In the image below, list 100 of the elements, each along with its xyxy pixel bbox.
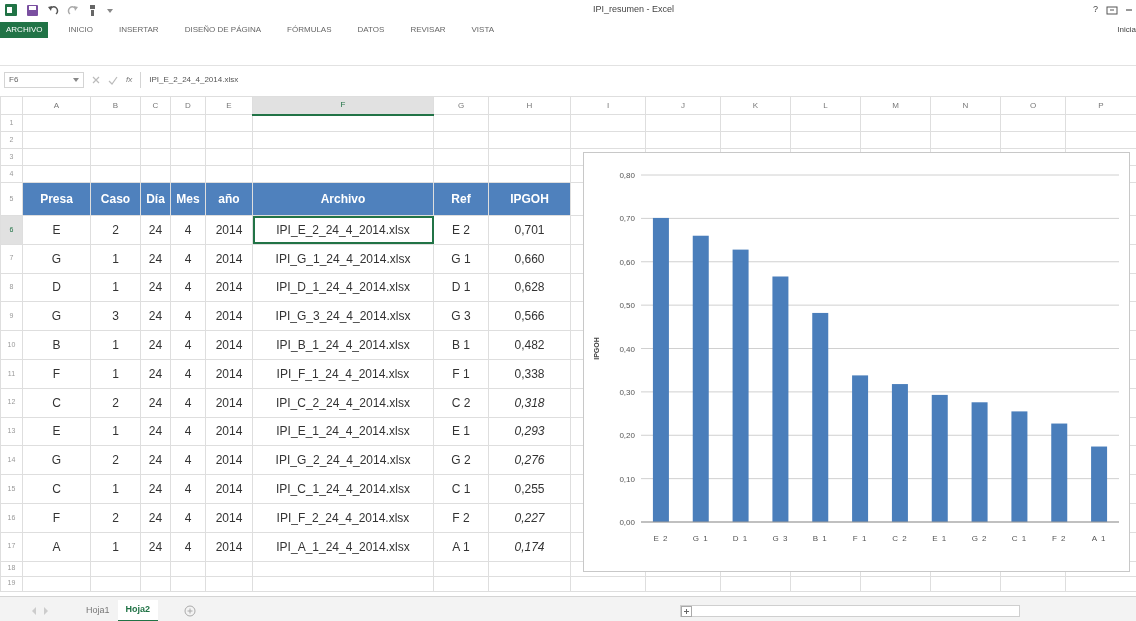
ribbon-tab[interactable]: INSERTAR: [112, 22, 165, 38]
column-header[interactable]: L: [790, 96, 861, 115]
column-header[interactable]: B: [90, 96, 141, 115]
table-cell: 2: [90, 503, 141, 533]
sign-in-link[interactable]: Inicia: [1117, 24, 1136, 36]
table-cell: C: [22, 388, 91, 418]
table-cell: 4: [170, 474, 206, 504]
column-header[interactable]: O: [1000, 96, 1066, 115]
table-cell: E: [22, 417, 91, 446]
ribbon-tab[interactable]: REVISAR: [404, 22, 452, 38]
table-cell: 1: [90, 359, 141, 389]
table-cell: 0,293: [488, 417, 571, 446]
column-header[interactable]: H: [488, 96, 571, 115]
dropdown-caret-icon[interactable]: [73, 77, 79, 83]
table-cell: B: [22, 330, 91, 360]
table-cell: 0,660: [488, 244, 571, 274]
column-header[interactable]: C: [140, 96, 171, 115]
table-cell: G 1: [433, 244, 489, 274]
table-cell: 2014: [205, 301, 253, 331]
table-cell: 0,566: [488, 301, 571, 331]
window-title: IPI_resumen - Excel: [591, 3, 675, 17]
save-icon[interactable]: [26, 3, 39, 17]
sheet-tab[interactable]: Hoja2: [117, 600, 159, 621]
table-cell: F: [22, 359, 91, 389]
table-cell: E 2: [433, 215, 489, 245]
table-cell: 1: [90, 532, 141, 562]
table-cell: 2014: [205, 532, 253, 562]
table-cell: 24: [140, 417, 171, 446]
axis-label: 0,50: [619, 301, 635, 311]
column-header[interactable]: P: [1065, 96, 1136, 115]
name-box[interactable]: F6: [4, 72, 84, 88]
table-header-cell: Caso: [90, 182, 141, 216]
undo-icon[interactable]: [47, 4, 59, 16]
touch-mode-icon[interactable]: [87, 3, 98, 17]
table-cell: 4: [170, 244, 206, 274]
customize-caret-icon[interactable]: [106, 6, 114, 14]
axis-label: 0,40: [619, 344, 635, 354]
table-cell: IPI_C_2_24_4_2014.xlsx: [252, 388, 434, 418]
table-cell: 24: [140, 273, 171, 302]
column-header[interactable]: K: [720, 96, 791, 115]
table-cell: 24: [140, 474, 171, 504]
table-cell: 2014: [205, 417, 253, 446]
table-cell: 2014: [205, 474, 253, 504]
table-cell: 2014: [205, 503, 253, 533]
insert-function-button[interactable]: fx: [126, 74, 133, 86]
ribbon-tab[interactable]: INICIO: [62, 22, 99, 38]
ribbon-tab[interactable]: VISTA: [465, 22, 501, 38]
column-header[interactable]: D: [170, 96, 206, 115]
ribbon-display-icon[interactable]: [1106, 4, 1118, 16]
formula-field[interactable]: IPI_E_2_24_4_2014.xlsx: [140, 72, 1132, 88]
table-cell: C 1: [433, 474, 489, 504]
table-cell: C: [22, 474, 91, 504]
sheet-tab[interactable]: Hoja1: [78, 600, 118, 621]
ribbon-tab[interactable]: DISEÑO DE PÁGINA: [178, 22, 268, 38]
table-cell: 24: [140, 503, 171, 533]
table-cell: IPI_G_2_24_4_2014.xlsx: [252, 445, 434, 475]
axis-label: B 1: [812, 534, 828, 543]
horizontal-scrollbar[interactable]: [680, 605, 1021, 618]
table-cell: 2014: [205, 215, 253, 245]
column-header[interactable]: M: [860, 96, 931, 115]
table-cell: 24: [140, 359, 171, 389]
table-cell: D 1: [433, 273, 489, 302]
ribbon-tab[interactable]: ARCHIVO: [0, 22, 49, 38]
column-header[interactable]: F: [252, 96, 434, 115]
table-header-cell: IPGOH: [488, 182, 571, 216]
table-cell: IPI_G_3_24_4_2014.xlsx: [252, 301, 434, 331]
table-cell: 4: [170, 445, 206, 475]
column-header[interactable]: N: [930, 96, 1001, 115]
table-cell: 4: [170, 330, 206, 360]
table-cell: 3: [90, 301, 141, 331]
help-button[interactable]: ?: [1093, 3, 1098, 17]
column-header[interactable]: A: [22, 96, 91, 115]
axis-label: F 1: [852, 534, 868, 543]
table-cell: 1: [90, 244, 141, 274]
column-header[interactable]: I: [570, 96, 646, 115]
table-cell: F: [22, 503, 91, 533]
column-header[interactable]: J: [645, 96, 721, 115]
table-cell: 24: [140, 215, 171, 245]
table-cell: E: [22, 215, 91, 245]
name-box-text: F6: [9, 74, 19, 86]
table-cell: B 1: [433, 330, 489, 360]
table-cell: E 1: [433, 417, 489, 446]
table-cell: 24: [140, 532, 171, 562]
redo-icon[interactable]: [67, 4, 79, 16]
table-cell: 2: [90, 445, 141, 475]
axis-label: G 3: [772, 534, 789, 543]
axis-label: E 2: [653, 534, 669, 543]
scroll-button-icon[interactable]: [681, 606, 693, 618]
table-cell: 0,255: [488, 474, 571, 504]
column-header[interactable]: E: [205, 96, 253, 115]
ribbon-tab[interactable]: FÓRMULAS: [281, 22, 338, 38]
table-cell: A: [22, 532, 91, 562]
axis-label: G 1: [692, 534, 709, 543]
ribbon-tab[interactable]: DATOS: [351, 22, 391, 38]
table-header-cell: Ref: [433, 182, 489, 216]
enter-icon[interactable]: [108, 75, 118, 85]
table-cell: 24: [140, 445, 171, 475]
column-header[interactable]: G: [433, 96, 489, 115]
table-cell: IPI_F_1_24_4_2014.xlsx: [252, 359, 434, 389]
cancel-icon[interactable]: [92, 76, 100, 84]
